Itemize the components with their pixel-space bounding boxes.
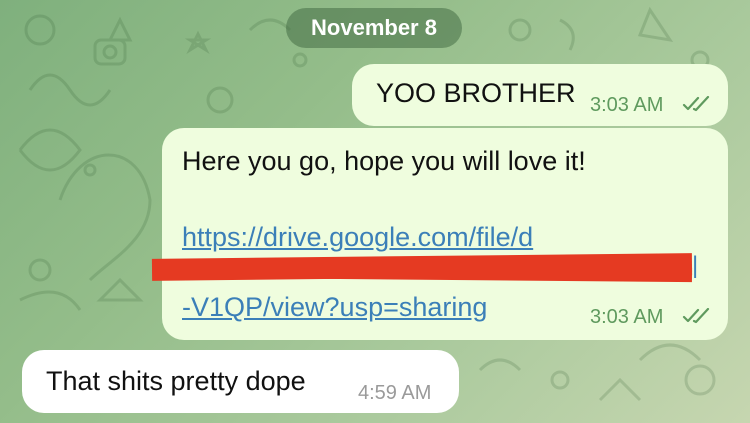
outgoing-message[interactable]: Here you go, hope you will love it! http… [151, 128, 728, 340]
message-time: 3:03 AM [590, 306, 664, 328]
message-time: 4:59 AM [358, 382, 432, 404]
drive-link[interactable]: https://drive.google.com/file/d [182, 222, 533, 253]
date-separator: November 8 [286, 8, 462, 48]
incoming-message[interactable]: That shits pretty dope 4:59 AM [22, 350, 459, 413]
drive-link-continued[interactable]: -V1QP/view?usp=sharing [182, 292, 487, 323]
double-check-icon [682, 308, 710, 324]
double-check-icon [682, 96, 710, 112]
message-text: YOO BROTHER [376, 78, 576, 108]
link-fragment: | [692, 252, 699, 279]
message-time: 3:03 AM [590, 94, 664, 116]
message-text: That shits pretty dope [46, 366, 306, 396]
message-text: Here you go, hope you will love it! [182, 146, 586, 176]
outgoing-message[interactable]: YOO BROTHER 3:03 AM [352, 64, 728, 126]
